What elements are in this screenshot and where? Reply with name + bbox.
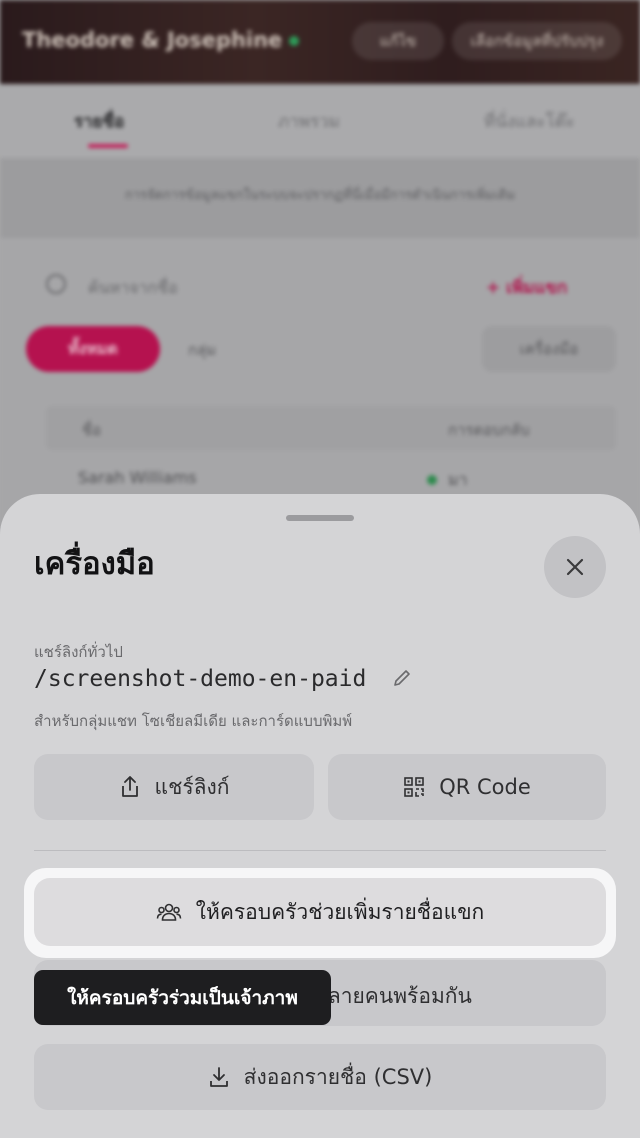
rsvp-status-dot bbox=[427, 475, 437, 485]
add-multiple-guests-label: หลายคนพร้อมกัน bbox=[314, 984, 472, 1008]
info-banner: การจัดการข้อมูลแขกในระบบจะปรากฏที่นี่เมื… bbox=[0, 158, 640, 238]
share-link-description: สำหรับกลุ่มแชท โซเชียลมีเดีย และการ์ดแบบ… bbox=[34, 712, 353, 730]
family-add-guests-label: ให้ครอบครัวช่วยเพิ่มรายชื่อแขก bbox=[195, 899, 485, 924]
tab-bar: รายชื่อ ภาพรวม ที่นั่งและโต๊ะ bbox=[0, 84, 640, 158]
header-rsvp: การตอบกลับ bbox=[448, 421, 530, 439]
table-header: ชื่อ การตอบกลับ bbox=[46, 406, 616, 450]
search-icon bbox=[46, 274, 66, 294]
add-guest-button[interactable]: + เพิ่มแขก bbox=[486, 274, 567, 301]
export-csv-button[interactable]: ส่งออกรายชื่อ (CSV) bbox=[34, 1044, 606, 1110]
group-dropdown[interactable]: กลุ่ม bbox=[188, 338, 216, 362]
sheet-drag-handle[interactable] bbox=[286, 515, 354, 521]
tools-button[interactable]: เครื่องมือ bbox=[482, 326, 616, 372]
search-input[interactable]: ค้นหาจากชื่อ bbox=[88, 276, 178, 301]
sheet-title: เครื่องมือ bbox=[34, 546, 155, 582]
qr-code-button-label: QR Code bbox=[439, 775, 531, 799]
share-link-button[interactable]: แชร์ลิงก์ bbox=[34, 754, 314, 820]
online-status-dot bbox=[289, 36, 299, 46]
tooltip-text: ให้ครอบครัวร่วมเป็นเจ้าภาพ bbox=[67, 986, 298, 1009]
share-link-path: /screenshot-demo-en-paid bbox=[34, 666, 367, 692]
header-name: ชื่อ bbox=[82, 421, 102, 439]
event-options-button[interactable]: เลือกข้อมูลที่ปรับปรุง bbox=[452, 22, 622, 60]
edit-event-button[interactable]: แก้ไข bbox=[352, 22, 444, 60]
tab-seating[interactable]: ที่นั่งและโต๊ะ bbox=[484, 108, 575, 135]
export-csv-label: ส่งออกรายชื่อ (CSV) bbox=[243, 1064, 433, 1089]
share-link-button-label: แชร์ลิงก์ bbox=[154, 774, 230, 799]
qr-code-button[interactable]: QR Code bbox=[328, 754, 606, 820]
event-header: Theodore & Josephine แก้ไข เลือกข้อมูลที… bbox=[0, 0, 640, 84]
close-icon bbox=[565, 557, 585, 577]
guest-name: Sarah Williams bbox=[78, 468, 197, 487]
info-banner-text: การจัดการข้อมูลแขกในระบบจะปรากฏที่นี่เมื… bbox=[124, 188, 516, 203]
share-icon bbox=[119, 775, 141, 799]
close-button[interactable] bbox=[544, 536, 606, 598]
tab-overview[interactable]: ภาพรวม bbox=[278, 108, 340, 135]
event-title: Theodore & Josephine bbox=[22, 28, 283, 52]
section-divider bbox=[34, 850, 606, 851]
users-icon bbox=[156, 901, 182, 923]
tooltip: ให้ครอบครัวร่วมเป็นเจ้าภาพ bbox=[34, 970, 331, 1025]
filter-all-pill[interactable]: ทั้งหมด bbox=[26, 326, 160, 372]
guest-rsvp-status: มา bbox=[448, 470, 468, 489]
share-link-label: แชร์ลิงก์ทั่วไป bbox=[34, 643, 123, 661]
pencil-icon[interactable] bbox=[392, 668, 412, 688]
download-icon bbox=[208, 1066, 230, 1088]
tools-bottom-sheet: เครื่องมือ แชร์ลิงก์ทั่วไป /screenshot-d… bbox=[0, 494, 640, 1138]
qr-code-icon bbox=[403, 776, 425, 798]
family-add-guests-button[interactable]: ให้ครอบครัวช่วยเพิ่มรายชื่อแขก bbox=[34, 878, 606, 946]
active-tab-indicator bbox=[88, 144, 128, 148]
tab-guest-list[interactable]: รายชื่อ bbox=[74, 108, 124, 135]
